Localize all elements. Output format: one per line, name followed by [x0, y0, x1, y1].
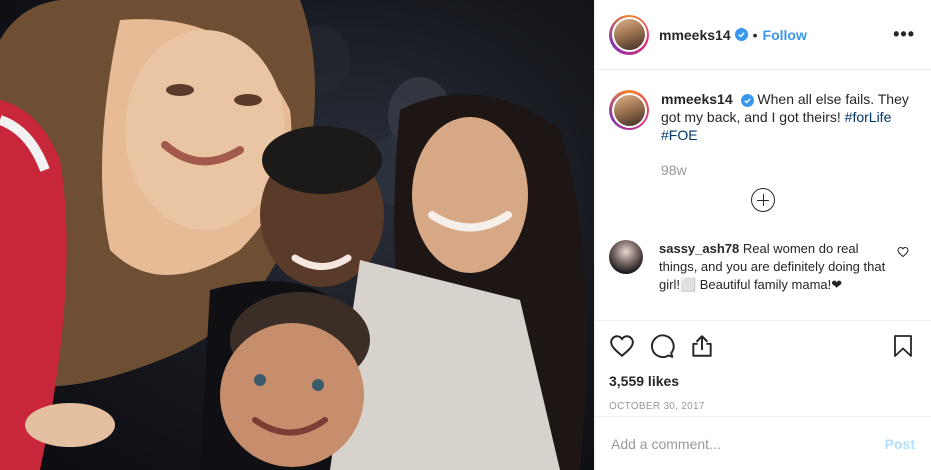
- caption-username[interactable]: mmeeks14: [661, 91, 733, 107]
- header-separator: •: [752, 26, 758, 43]
- bookmark-icon[interactable]: [891, 333, 915, 359]
- post-comment-button[interactable]: Post: [885, 436, 915, 452]
- comment-item: sassy_ash78 Real women do real things, a…: [609, 240, 919, 294]
- comment-bubble-icon[interactable]: [649, 333, 675, 359]
- comments-section[interactable]: mmeeks14 When all else fails. They got m…: [595, 70, 931, 320]
- comment-text: sassy_ash78 Real women do real things, a…: [659, 240, 887, 294]
- caption-text: mmeeks14 When all else fails. They got m…: [661, 90, 911, 144]
- caption-avatar-frame: [611, 92, 647, 128]
- commenter-username[interactable]: sassy_ash78: [659, 241, 739, 256]
- verified-badge-icon: [740, 93, 754, 107]
- commenter-avatar[interactable]: [609, 240, 643, 274]
- action-bar: 3,559 likes OCTOBER 30, 2017: [595, 320, 931, 412]
- post-side-panel: mmeeks14 • Follow ••• mmeeks14 When all …: [594, 0, 931, 470]
- action-icons: [609, 331, 915, 361]
- caption-time-ago: 98w: [661, 162, 687, 178]
- caption: mmeeks14 When all else fails. They got m…: [595, 70, 931, 144]
- photo-illustration: [0, 0, 587, 470]
- follow-button[interactable]: Follow: [763, 27, 807, 43]
- heart-icon[interactable]: [609, 333, 635, 359]
- post-header: mmeeks14 • Follow •••: [595, 0, 931, 70]
- author-avatar[interactable]: [609, 14, 649, 55]
- add-comment-bar: Post: [595, 416, 931, 470]
- plus-circle-icon[interactable]: [751, 188, 775, 212]
- caption-avatar[interactable]: [609, 90, 649, 130]
- hashtag-forlife[interactable]: #forLife: [845, 109, 892, 125]
- caption-avatar-image: [613, 94, 645, 126]
- likes-count[interactable]: 3,559 likes: [609, 373, 915, 389]
- post-date[interactable]: OCTOBER 30, 2017: [609, 401, 915, 412]
- comment-like-heart-icon[interactable]: [897, 246, 909, 258]
- more-options-icon[interactable]: •••: [893, 24, 915, 45]
- author-avatar-image: [613, 19, 645, 50]
- verified-badge-icon: [734, 28, 748, 41]
- comment-input[interactable]: [611, 435, 885, 452]
- hashtag-foe[interactable]: #FOE: [661, 127, 698, 143]
- author-username[interactable]: mmeeks14: [659, 27, 731, 43]
- share-icon[interactable]: [689, 333, 715, 359]
- post-photo[interactable]: [0, 0, 594, 470]
- author-avatar-frame: [611, 17, 647, 52]
